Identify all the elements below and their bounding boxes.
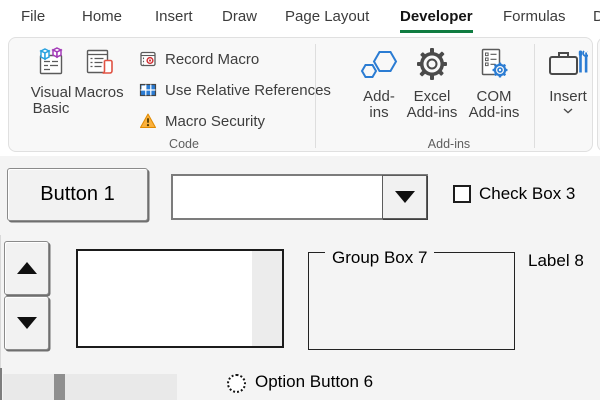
tab-draw[interactable]: Draw: [222, 8, 257, 30]
visual-basic-icon: [35, 46, 67, 78]
use-relative-references-button[interactable]: Use Relative References: [139, 78, 331, 102]
insert-label: Insert: [549, 89, 587, 105]
tab-file[interactable]: File: [21, 8, 45, 30]
ribbon-tab-bar: File Home Insert Draw Page Layout Develo…: [0, 0, 600, 37]
tab-insert[interactable]: Insert: [155, 8, 193, 30]
macro-security-icon: [139, 112, 157, 130]
form-button-1[interactable]: Button 1: [7, 168, 148, 221]
dropdown-arrow-icon: [395, 191, 415, 203]
ribbon-developer-panel: Visual Basic Macros: [8, 37, 593, 152]
gridline: [0, 235, 1, 368]
list-box-scrollbar[interactable]: [252, 251, 282, 346]
spin-up-arrow-icon: [17, 262, 37, 274]
ribbon-separator: [315, 44, 316, 148]
spin-up-button[interactable]: [4, 241, 49, 295]
excel-addins-label: Excel Add-ins: [407, 89, 458, 121]
insert-toolbox-icon: [548, 46, 588, 80]
macros-icon: [83, 46, 115, 78]
combo-box-dropdown[interactable]: [171, 174, 428, 220]
excel-addins-icon: [415, 46, 449, 82]
tab-developer[interactable]: Developer: [400, 8, 473, 33]
tab-page-layout[interactable]: Page Layout: [285, 8, 369, 30]
code-group-label: Code: [119, 137, 249, 151]
visual-basic-label: Visual Basic: [31, 85, 72, 117]
group-box-7: Group Box 7: [308, 252, 515, 350]
gridline: [0, 368, 2, 400]
macros-button[interactable]: Macros: [71, 46, 127, 101]
ribbon-separator: [534, 44, 535, 148]
com-addins-button[interactable]: COM Add-ins: [463, 46, 525, 121]
tab-formulas[interactable]: Formulas: [503, 8, 566, 30]
group-box-7-label: Group Box 7: [325, 248, 434, 268]
record-macro-icon: [139, 50, 157, 68]
macro-security-button[interactable]: Macro Security: [139, 109, 265, 133]
scroll-bar-thumb[interactable]: [54, 374, 65, 400]
addins-label: Add- ins: [363, 89, 395, 121]
addins-icon: [358, 46, 400, 82]
macro-security-label: Macro Security: [165, 113, 265, 130]
excel-addins-button[interactable]: Excel Add-ins: [401, 46, 463, 121]
use-relative-references-icon: [139, 81, 157, 99]
tab-home[interactable]: Home: [82, 8, 122, 30]
com-addins-label: COM Add-ins: [469, 89, 520, 121]
checkbox-3[interactable]: [453, 185, 471, 203]
addins-button[interactable]: Add- ins: [350, 46, 408, 121]
record-macro-label: Record Macro: [165, 51, 259, 68]
insert-controls-button[interactable]: Insert: [537, 46, 599, 114]
record-macro-button[interactable]: Record Macro: [139, 47, 259, 71]
excel-window: File Home Insert Draw Page Layout Develo…: [0, 0, 600, 400]
combo-dropdown-button[interactable]: [382, 175, 427, 219]
checkbox-3-label: Check Box 3: [479, 184, 575, 204]
use-relative-references-label: Use Relative References: [165, 82, 331, 99]
addins-group-label: Add-ins: [384, 137, 514, 151]
com-addins-icon: [479, 46, 509, 82]
scroll-bar[interactable]: [3, 374, 177, 400]
option-button-6-label: Option Button 6: [255, 372, 373, 392]
spin-button: [4, 241, 49, 350]
macros-label: Macros: [74, 85, 123, 101]
label-8: Label 8: [528, 251, 584, 271]
option-button-6[interactable]: [227, 374, 246, 393]
spin-down-button[interactable]: [4, 296, 49, 350]
spin-down-arrow-icon: [17, 317, 37, 329]
tab-data[interactable]: Data: [593, 8, 600, 30]
chevron-down-icon: [563, 108, 573, 114]
list-box[interactable]: [76, 249, 284, 348]
